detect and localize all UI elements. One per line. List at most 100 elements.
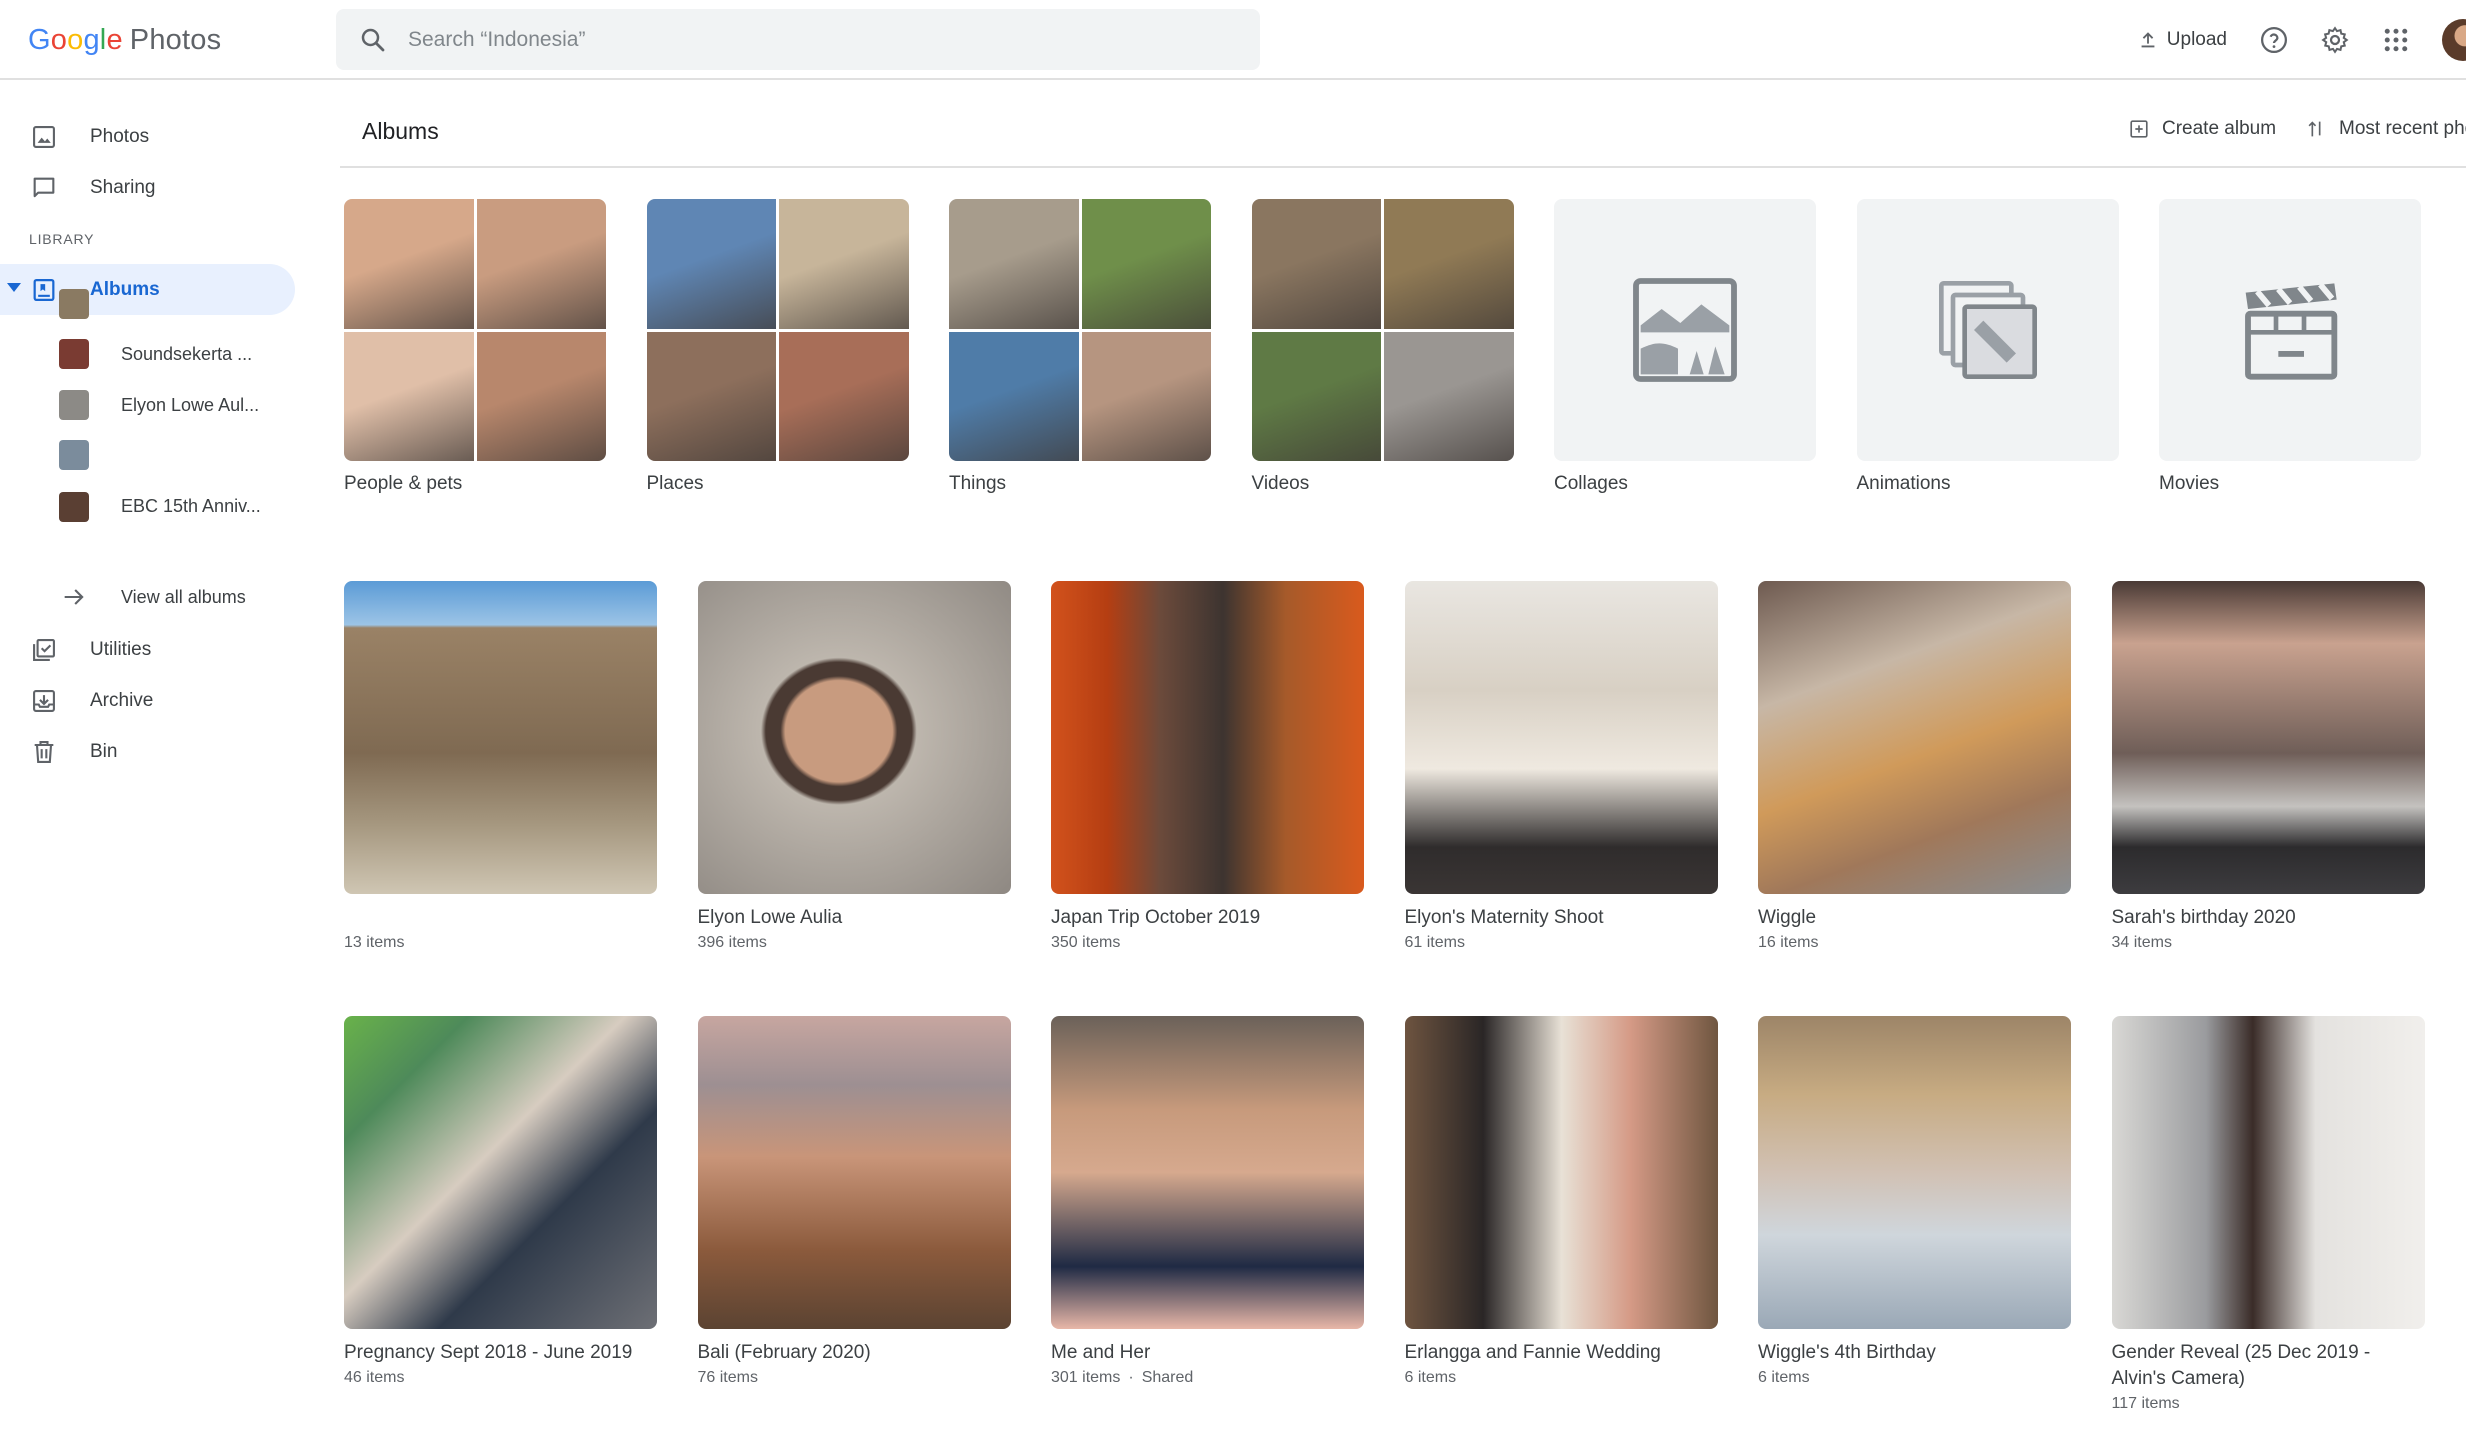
album-count-text: 396 items xyxy=(697,934,767,951)
sidebar-album-item[interactable]: Soundsekerta ... xyxy=(0,330,295,378)
album-cover xyxy=(2111,1016,2425,1329)
category-tile[interactable]: Things xyxy=(949,199,1211,495)
sidebar-item-photos[interactable]: Photos xyxy=(0,111,295,162)
album-count-text: 301 items xyxy=(1051,1369,1121,1386)
sort-button[interactable]: Most recent pho xyxy=(2305,118,2466,140)
album-card[interactable]: 13 items xyxy=(344,581,657,954)
album-count-text: 350 items xyxy=(1051,934,1121,951)
sidebar-label-utilities: Utilities xyxy=(90,638,152,660)
album-title: Erlangga and Fannie Wedding xyxy=(1404,1342,1661,1363)
album-cover xyxy=(1404,581,1718,894)
sidebar-item-sharing[interactable]: Sharing xyxy=(0,162,295,213)
albums-page: Albums Create album Most recent pho Peop… xyxy=(340,80,2466,1440)
category-placeholder xyxy=(2159,199,2421,461)
logo-letter: G xyxy=(28,23,51,56)
animation-icon xyxy=(1938,281,2037,379)
album-card[interactable]: Gender Reveal (25 Dec 2019 - Alvin's Cam… xyxy=(2111,1016,2425,1415)
logo-letter: g xyxy=(83,23,100,56)
view-all-albums-link[interactable]: View all albums xyxy=(0,573,295,621)
create-album-button[interactable]: Create album xyxy=(2128,118,2276,140)
sidebar-item-utilities[interactable]: Utilities xyxy=(0,624,295,675)
view-all-albums-label: View all albums xyxy=(121,586,246,607)
category-tile[interactable]: Movies xyxy=(2159,199,2421,495)
album-title: Pregnancy Sept 2018 - June 2019 xyxy=(344,1342,633,1363)
category-photo xyxy=(476,331,606,461)
album-card[interactable]: Japan Trip October 2019 350 items xyxy=(1051,581,1364,954)
category-placeholder xyxy=(1856,199,2119,461)
album-card[interactable]: Wiggle 16 items xyxy=(1758,581,2071,954)
search-input[interactable] xyxy=(408,27,1208,52)
album-card[interactable]: Bali (February 2020) 76 items xyxy=(697,1016,1011,1389)
sidebar-item-bin[interactable]: Bin xyxy=(0,726,295,777)
album-thumbnail xyxy=(59,339,89,369)
utilities-checkbox-icon xyxy=(33,638,55,661)
album-title xyxy=(344,905,657,931)
album-cover xyxy=(697,1016,1011,1329)
category-tile[interactable]: Animations xyxy=(1856,199,2119,495)
sort-label: Most recent pho xyxy=(2339,118,2466,139)
album-thumbnail xyxy=(59,440,89,471)
album-card[interactable]: Pregnancy Sept 2018 - June 2019 46 items xyxy=(344,1016,657,1389)
album-title: Wiggle's 4th Birthday xyxy=(1758,1342,1936,1363)
album-thumbnail xyxy=(59,491,89,522)
sidebar: Photos Sharing LIBRARY Albums Soundseker… xyxy=(0,80,300,1440)
category-label: Collages xyxy=(1554,473,1628,494)
search-icon[interactable] xyxy=(358,25,388,55)
category-photo xyxy=(779,331,909,461)
album-title: Gender Reveal (25 Dec 2019 - Alvin's Cam… xyxy=(2111,1342,2371,1389)
sidebar-album-item[interactable] xyxy=(0,431,295,479)
category-tile[interactable]: People & pets xyxy=(344,199,606,495)
category-tile[interactable]: Collages xyxy=(1554,199,1816,495)
category-placeholder xyxy=(1554,199,1816,461)
album-card[interactable]: Elyon Lowe Aulia 396 items xyxy=(697,581,1011,954)
category-label: Things xyxy=(949,473,1007,494)
sidebar-album-item[interactable] xyxy=(0,280,295,328)
album-card[interactable]: Elyon's Maternity Shoot 61 items xyxy=(1404,581,1718,954)
album-cover xyxy=(344,581,657,894)
album-item-count: 396 items xyxy=(698,931,1011,954)
album-card[interactable]: Me and Her 301 items · Shared xyxy=(1051,1016,1364,1389)
album-count-text: 61 items xyxy=(1404,934,1465,951)
category-photo xyxy=(646,199,776,329)
category-label: Videos xyxy=(1251,473,1310,494)
google-photos-logo[interactable]: Google Photos xyxy=(28,20,221,60)
album-card[interactable]: Sarah's birthday 2020 34 items xyxy=(2111,581,2425,954)
album-item-count: 34 items xyxy=(2112,931,2425,954)
library-heading: LIBRARY xyxy=(29,231,95,247)
category-photo xyxy=(344,199,474,329)
album-item-count: 13 items xyxy=(344,931,657,954)
help-icon[interactable] xyxy=(2259,25,2289,55)
album-title: Me and Her xyxy=(1051,1342,1151,1363)
category-photo xyxy=(1384,331,1514,461)
sidebar-album-label: EBC 15th Anniv... xyxy=(121,496,261,517)
apps-grid-icon[interactable] xyxy=(2381,25,2411,55)
album-item-count: 350 items xyxy=(1051,931,1364,954)
category-thumbnail-grid xyxy=(344,199,606,461)
album-thumbnail xyxy=(59,390,89,421)
category-thumbnail-grid xyxy=(646,199,909,461)
account-avatar[interactable] xyxy=(2442,19,2466,61)
category-photo xyxy=(1081,199,1211,329)
album-item-count: 16 items xyxy=(1758,931,2071,954)
category-photo xyxy=(646,331,776,461)
upload-button[interactable]: Upload xyxy=(2137,29,2227,51)
archive-icon xyxy=(33,689,55,712)
search-bar[interactable] xyxy=(336,9,1260,70)
album-count-text: 76 items xyxy=(697,1369,758,1386)
category-tile[interactable]: Videos xyxy=(1251,199,1514,495)
sidebar-item-archive[interactable]: Archive xyxy=(0,675,295,726)
sidebar-album-item[interactable]: Elyon Lowe Aul... xyxy=(0,381,295,429)
sidebar-album-item[interactable]: EBC 15th Anniv... xyxy=(0,483,295,531)
album-title: Elyon's Maternity Shoot xyxy=(1404,907,1604,928)
album-cover xyxy=(1051,581,1364,894)
album-title: Japan Trip October 2019 xyxy=(1051,907,1261,928)
album-card[interactable]: Erlangga and Fannie Wedding 6 items xyxy=(1404,1016,1718,1389)
album-item-count: 6 items xyxy=(1758,1366,2071,1389)
album-cover xyxy=(697,581,1011,894)
logo-letter: o xyxy=(67,23,84,56)
category-tile[interactable]: Places xyxy=(646,199,909,495)
category-photo xyxy=(949,199,1079,329)
album-title: Sarah's birthday 2020 xyxy=(2111,907,2296,928)
album-card[interactable]: Wiggle's 4th Birthday 6 items xyxy=(1758,1016,2071,1389)
settings-gear-icon[interactable] xyxy=(2320,25,2350,55)
